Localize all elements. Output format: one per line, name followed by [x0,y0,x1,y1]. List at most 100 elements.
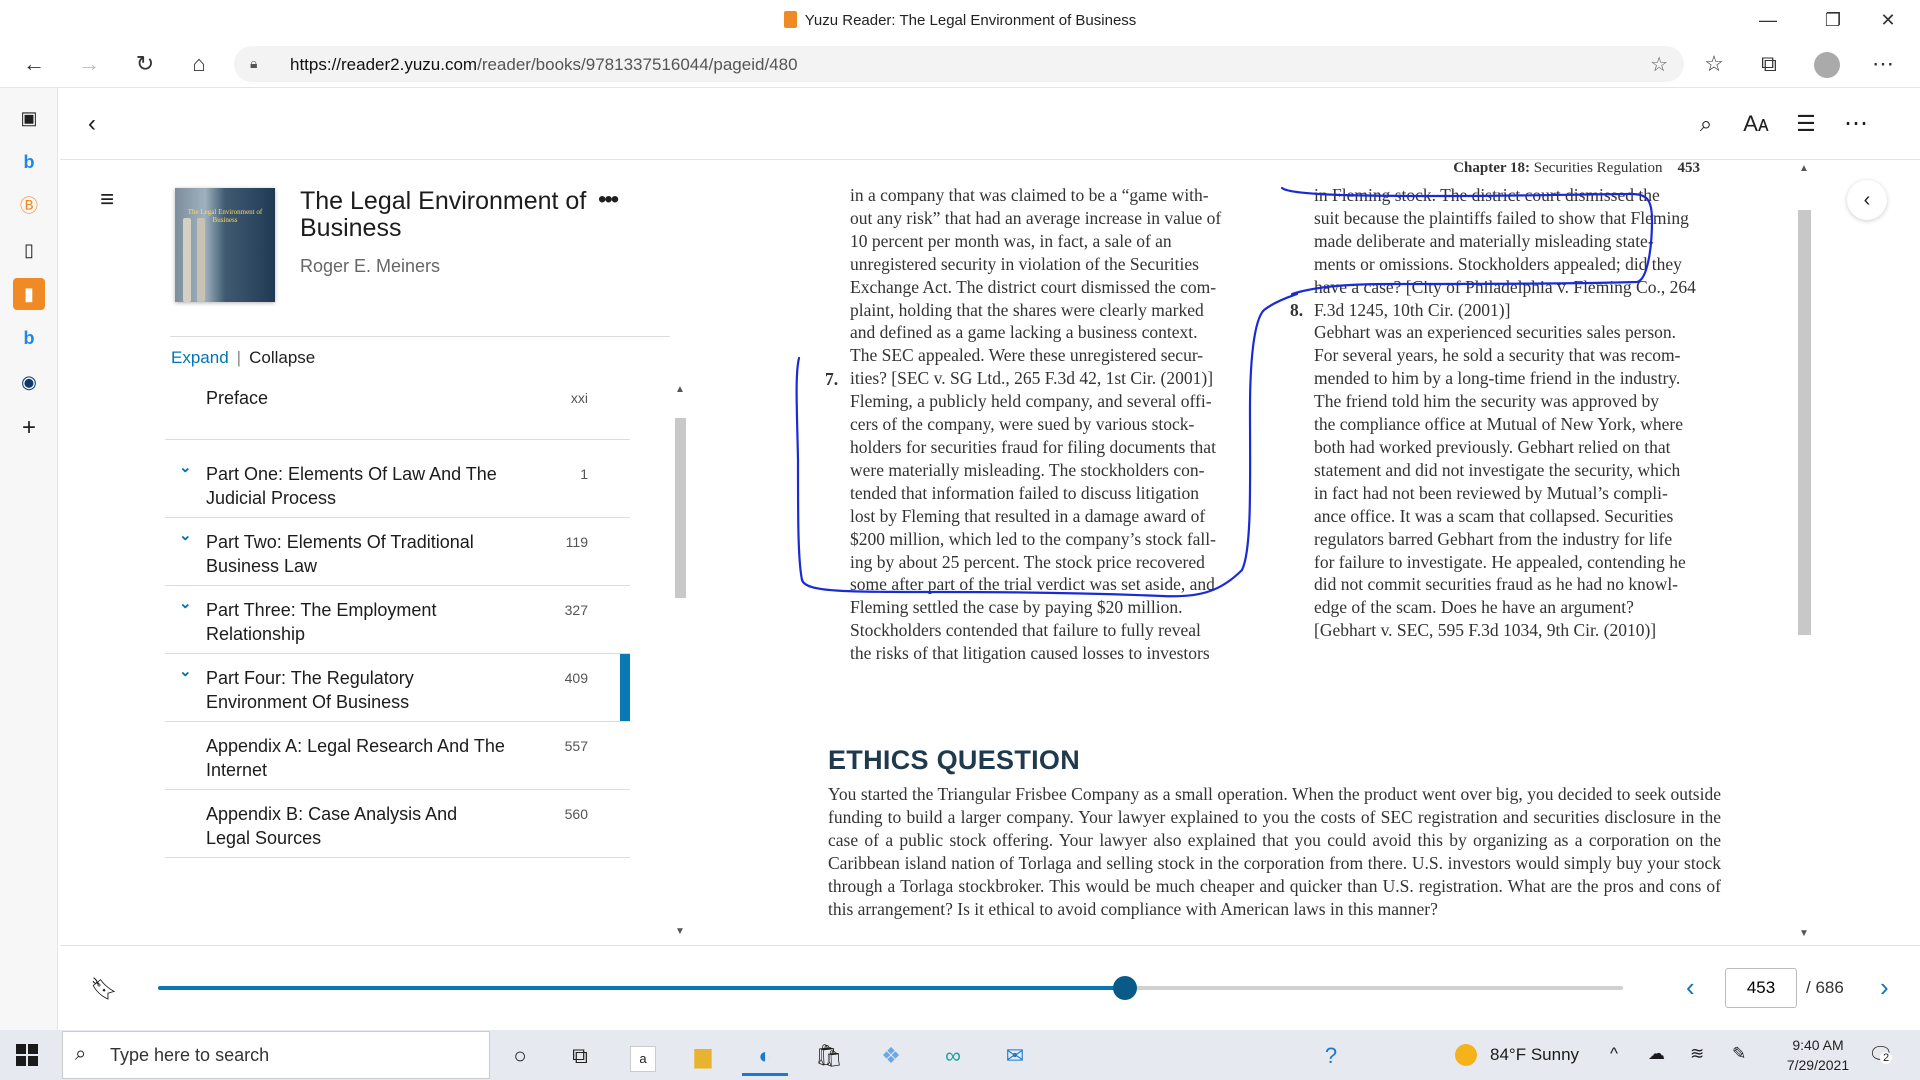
add-favorite-icon[interactable]: ☆ [1650,52,1668,77]
wifi-icon[interactable]: ≋ [1690,1044,1704,1064]
maximize-button[interactable]: ❐ [1810,4,1856,36]
toc-item-label: Part Three: The Employment Relationship [206,600,437,644]
toc-item[interactable]: ⌄ Part One: Elements Of Law And The Judic… [165,450,630,518]
help-icon[interactable]: ? [1308,1036,1354,1076]
favorites-icon[interactable]: ☆ [1697,48,1731,80]
time: 9:40 AM [1792,1037,1844,1053]
bing-icon[interactable]: b [13,322,45,354]
store-icon[interactable]: 🛍︎ [806,1036,852,1076]
expand-collapse: Expand | Collapse [171,348,315,368]
taskbar-search-placeholder: Type here to search [110,1045,270,1065]
progress-fill [158,986,1125,990]
minimize-button[interactable]: — [1745,4,1791,36]
collapse-link[interactable]: Collapse [249,348,315,367]
page-scroll-thumb[interactable] [1798,210,1811,635]
chevron-down-icon[interactable]: ⌄ [179,662,192,680]
scroll-down-icon[interactable]: ▼ [675,926,685,937]
toc-item-page: 119 [565,534,588,550]
mail-icon[interactable]: ✉ [992,1036,1038,1076]
bitcoin-icon[interactable]: Ⓑ [13,190,45,222]
sun-icon [1455,1044,1477,1066]
scroll-down-icon[interactable]: ▼ [1799,928,1809,939]
file-explorer-icon[interactable]: ▆ [680,1036,726,1076]
toc-item-page: 557 [564,738,588,754]
toc-item[interactable]: ⌄ Part Two: Elements Of Traditional Busin… [165,518,630,586]
panel-toggle-chevron-icon[interactable]: ‹ [1847,180,1887,220]
prev-page-icon[interactable]: ‹ [1686,972,1695,1003]
add-icon[interactable]: + [13,412,45,444]
book-more-icon[interactable]: ••• [598,186,619,214]
notification-count: 2 [1880,1052,1893,1064]
ink-annotation-right [1280,186,1654,296]
url-text[interactable]: https://reader2.yuzu.com/reader/books/97… [290,55,798,75]
toc-item[interactable]: Appendix B: Case Analysis And Legal Sour… [165,790,630,858]
page-number-input[interactable] [1725,968,1797,1008]
chevron-down-icon[interactable]: ⌄ [179,594,192,612]
toc-item-page: 1 [580,466,588,482]
windows-start-icon[interactable] [16,1044,38,1066]
book-cover: The Legal Environment of Business [175,188,275,302]
amazon-icon[interactable]: a [620,1036,666,1076]
toc-item[interactable]: Appendix A: Legal Research And The Inter… [165,722,630,790]
collections-icon[interactable]: ⧉ [1752,48,1786,80]
clock[interactable]: 9:40 AM 7/29/2021 [1773,1035,1863,1075]
cortana-icon[interactable]: ○ [497,1036,543,1076]
cloud-icon[interactable]: ☁ [1648,1044,1665,1064]
document-icon[interactable]: ▯ [13,234,45,266]
more-options-icon[interactable]: ⋯ [1838,108,1874,140]
forward-icon[interactable]: → [72,48,106,80]
toc-list: Preface xxi ⌄ Part One: Elements Of Law And… [165,382,635,942]
toc-item-page: 327 [564,602,588,618]
toc-item[interactable]: ⌄ Part Three: The Employment Relationship… [165,586,630,654]
taskbar-search[interactable]: ⌕ Type here to search [62,1031,490,1079]
profile-avatar[interactable] [1810,48,1844,80]
toc-item-page: 409 [564,670,588,686]
notes-icon[interactable]: ☰ [1788,108,1824,140]
settings-more-icon[interactable]: ⋯ [1866,48,1900,80]
back-chevron-icon[interactable]: ‹ [74,108,110,140]
back-icon[interactable]: ← [17,48,51,80]
cover-title: The Legal Environment of Business [187,208,263,224]
toc-item[interactable]: ⌄ Part Four: The Regulatory Environment O… [165,654,630,722]
tray-chevron-up-icon[interactable]: ^ [1610,1044,1618,1064]
chevron-down-icon[interactable]: ⌄ [179,526,192,544]
scroll-up-icon[interactable]: ▲ [1799,163,1809,174]
toc-item-label: Part One: Elements Of Law And The Judici… [206,464,497,508]
infinity-app-icon[interactable]: ∞ [930,1036,976,1076]
tab-actions-icon[interactable]: ▣ [13,102,45,134]
chevron-down-icon[interactable]: ⌄ [179,458,192,476]
menu-icon[interactable]: ≡ [100,186,114,214]
weather-text[interactable]: 84°F Sunny [1490,1045,1579,1065]
text-size-icon[interactable]: Aᴀ [1738,108,1774,140]
scroll-up-icon[interactable]: ▲ [675,384,685,395]
windows-taskbar: ⌕ Type here to search ○ ⧉ a ▆ ◐ 🛍︎ ❖ ∞ ✉… [0,1030,1920,1080]
address-bar[interactable]: 🔒︎ https://reader2.yuzu.com/reader/books… [234,46,1684,82]
toc-scroll-thumb[interactable] [675,418,686,598]
edge-browser-icon[interactable]: ◐ [742,1036,788,1076]
yuzu-tab-icon [783,11,797,28]
page-progress-slider[interactable] [158,976,1623,1000]
expand-link[interactable]: Expand [171,348,229,367]
page-scrollbar[interactable]: ▲ ▼ [1795,160,1813,945]
home-icon[interactable]: ⌂ [182,48,216,80]
reader-header: ‹ ⌕ Aᴀ ☰ ⋯ [60,88,1920,160]
close-button[interactable]: ✕ [1865,4,1911,36]
book-title: The Legal Environment of Business [300,187,587,242]
pen-icon[interactable]: ✎ [1732,1044,1746,1064]
book-author: Roger E. Meiners [300,256,441,276]
search-icon[interactable]: ⌕ [1688,108,1724,140]
next-page-icon[interactable]: › [1880,972,1889,1003]
extension-icon[interactable]: ◉ [13,366,45,398]
bing-icon[interactable]: b [13,146,45,178]
dropbox-icon[interactable]: ❖ [868,1036,914,1076]
progress-knob[interactable] [1112,976,1137,1000]
yuzu-app-icon[interactable]: ▮ [13,278,45,310]
toc-item-label: Appendix B: Case Analysis And Legal Sour… [206,804,458,848]
toc-scrollbar[interactable]: ▲ ▼ [672,382,688,940]
refresh-icon[interactable]: ↻ [128,48,162,80]
toc-item[interactable]: Preface xxi [165,382,630,440]
task-view-icon[interactable]: ⧉ [557,1036,603,1076]
notifications-icon[interactable]: 🗨︎2 [1868,1042,1893,1067]
bookmark-icon[interactable]: 🔖︎ [90,976,118,1002]
edge-sidebar: ▣ b Ⓑ ▯ ▮ b ◉ + [0,88,58,1030]
